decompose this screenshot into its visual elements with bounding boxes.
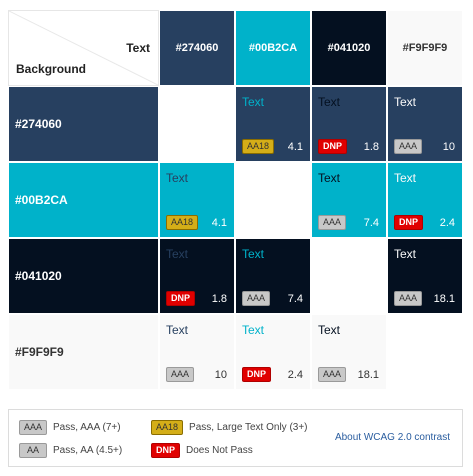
sample-text: Text [318,323,341,337]
contrast-ratio: 2.4 [287,369,303,381]
legend-badge-aa18: AA18 [151,420,184,435]
legend-item-dnp: DNP Does Not Pass [151,443,253,458]
contrast-cell: Text DNP 1.8 [159,238,235,314]
rating-badge: AAA [242,291,271,306]
column-header-00b2ca: #00B2CA [235,10,311,86]
contrast-cell: Text AAA 18.1 [387,238,463,314]
column-header-f9f9f9: #F9F9F9 [387,10,463,86]
sample-text: Text [242,247,265,261]
sample-text: Text [166,323,189,337]
sample-text: Text [166,171,189,185]
legend-badge-dnp: DNP [151,443,181,458]
legend: AAA Pass, AAA (7+) AA Pass, AA (4.5+) AA… [8,409,463,467]
rating-badge: DNP [242,367,272,382]
sample-text: Text [394,247,417,261]
sample-text: Text [394,171,417,185]
rating-badge: DNP [318,139,348,154]
contrast-ratio: 1.8 [363,141,379,153]
legend-text-aa18: Pass, Large Text Only (3+) [189,422,308,433]
contrast-cell: Text AAA 10 [387,86,463,162]
column-header-041020: #041020 [311,10,387,86]
about-wcag-link[interactable]: About WCAG 2.0 contrast [335,432,450,443]
contrast-cell: Text AAA 10 [159,314,235,390]
sample-text: Text [242,323,265,337]
row-header-274060: #274060 [8,86,159,162]
rating-badge: AAA [318,215,347,230]
contrast-cell: Text AAA 7.4 [311,162,387,238]
contrast-ratio: 4.1 [287,141,303,153]
legend-badge-aa: AA [19,443,48,458]
sample-text: Text [318,171,341,185]
legend-text-aaa: Pass, AAA (7+) [53,422,121,433]
contrast-ratio: 4.1 [211,217,227,229]
corner-background-label: Background [16,62,87,76]
rating-badge: AA18 [166,215,199,230]
empty-cell [159,86,235,162]
contrast-cell: Text AA18 4.1 [235,86,311,162]
empty-cell [311,238,387,314]
contrast-ratio: 1.8 [211,293,227,305]
legend-item-aaa: AAA Pass, AAA (7+) [19,420,121,435]
contrast-cell: Text DNP 2.4 [235,314,311,390]
row-header-00b2ca: #00B2CA [8,162,159,238]
contrast-ratio: 7.4 [363,217,379,229]
rating-badge: AAA [166,367,195,382]
sample-text: Text [242,95,265,109]
legend-item-aa: AA Pass, AA (4.5+) [19,443,122,458]
sample-text: Text [394,95,417,109]
contrast-ratio: 2.4 [439,217,455,229]
legend-badge-aaa: AAA [19,420,48,435]
rating-badge: DNP [394,215,424,230]
corner-text-label: Text [126,41,150,55]
matrix-corner: Text Background [8,10,159,86]
contrast-cell: Text DNP 1.8 [311,86,387,162]
rating-badge: AA18 [242,139,275,154]
contrast-cell: Text AAA 7.4 [235,238,311,314]
contrast-ratio: 7.4 [287,293,303,305]
sample-text: Text [166,247,189,261]
row-header-f9f9f9: #F9F9F9 [8,314,159,390]
rating-badge: AAA [318,367,347,382]
contrast-ratio: 10 [214,369,227,381]
contrast-ratio: 18.1 [357,369,379,381]
sample-text: Text [318,95,341,109]
legend-text-aa: Pass, AA (4.5+) [53,445,123,456]
rating-badge: DNP [166,291,196,306]
contrast-matrix: Text Background #274060 #00B2CA #041020 #F9… [8,10,463,393]
contrast-cell: Text AAA 18.1 [311,314,387,390]
row-header-041020: #041020 [8,238,159,314]
contrast-ratio: 10 [442,141,455,153]
empty-cell [235,162,311,238]
column-header-274060: #274060 [159,10,235,86]
legend-text-dnp: Does Not Pass [186,445,253,456]
contrast-cell: Text AA18 4.1 [159,162,235,238]
rating-badge: AAA [394,139,423,154]
legend-item-aa18: AA18 Pass, Large Text Only (3+) [151,420,308,435]
contrast-ratio: 18.1 [433,293,455,305]
empty-cell [387,314,463,390]
rating-badge: AAA [394,291,423,306]
contrast-cell: Text DNP 2.4 [387,162,463,238]
